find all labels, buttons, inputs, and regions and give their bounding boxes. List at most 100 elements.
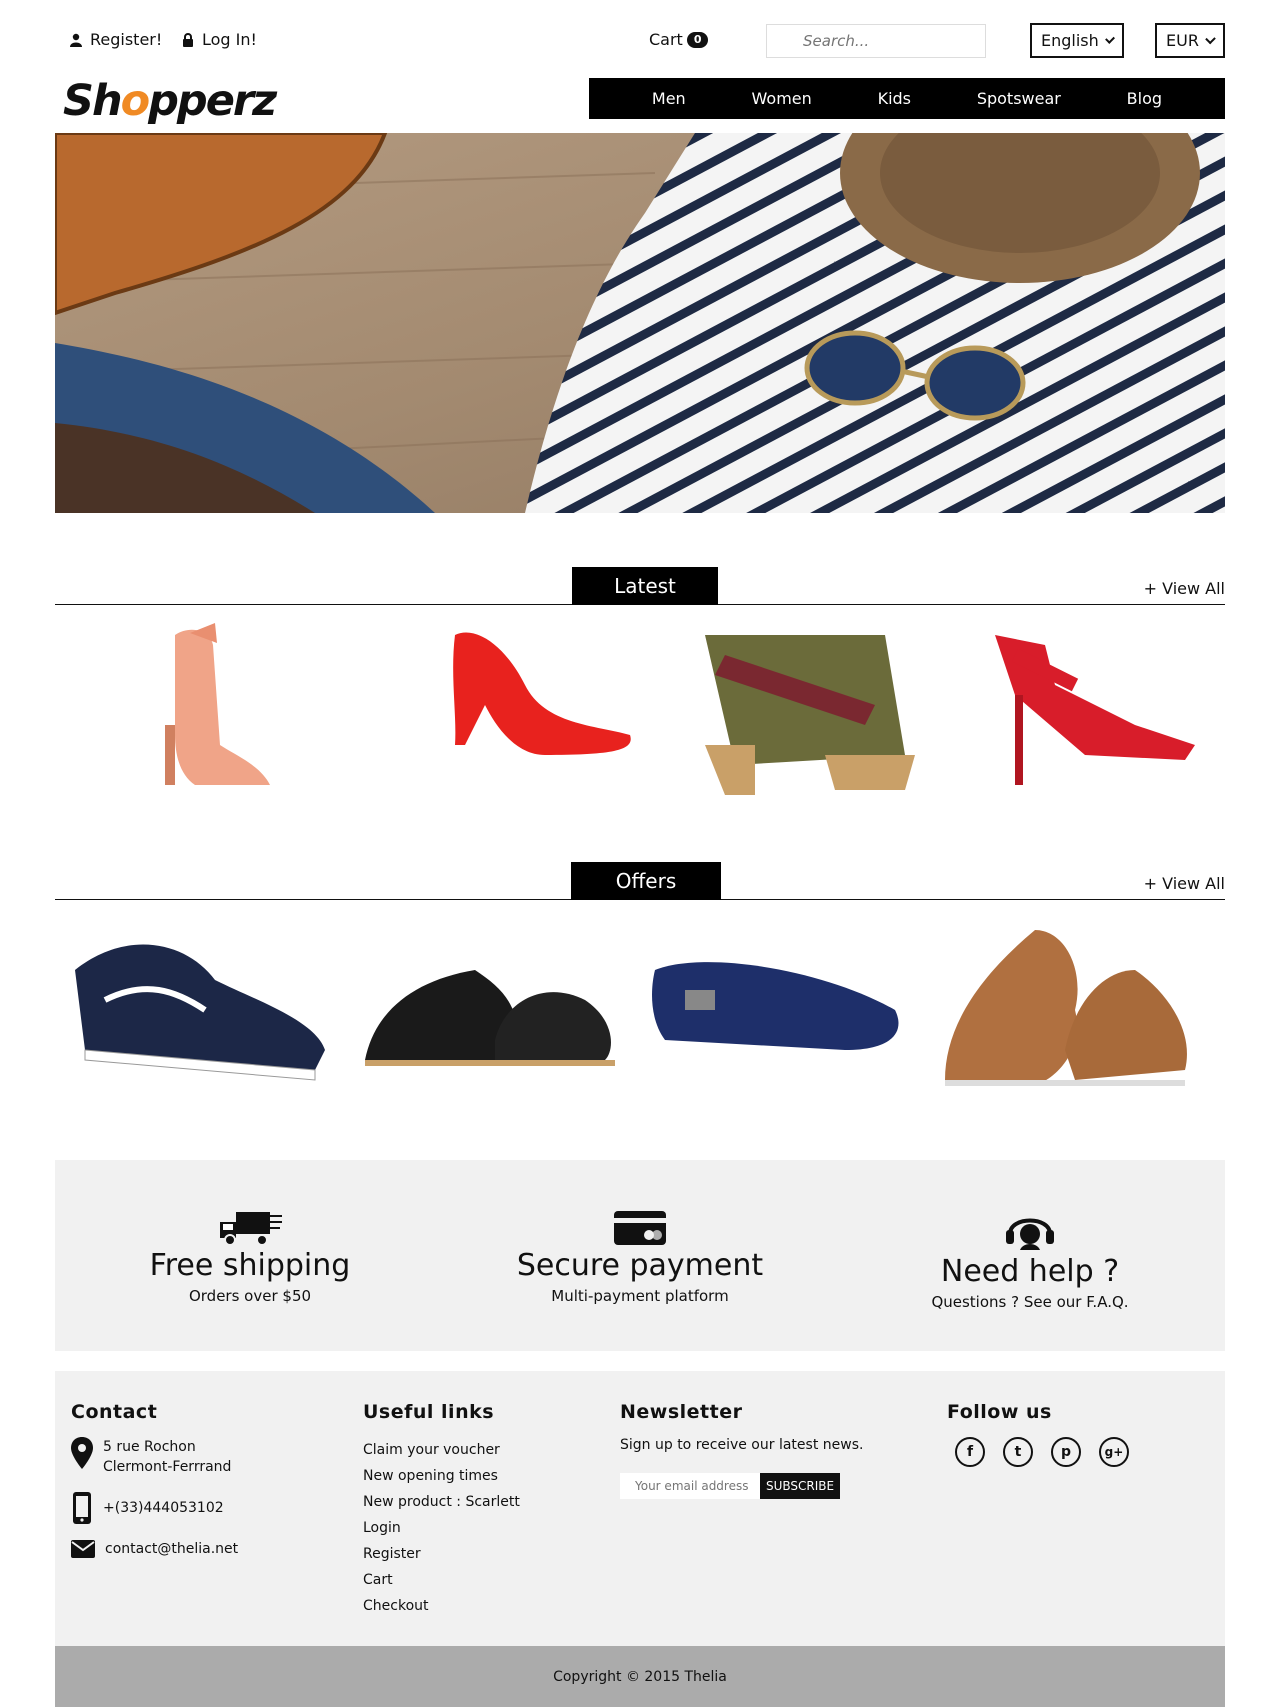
contact-phone: +(33)444053102 [71, 1491, 331, 1525]
footer-newsletter: Newsletter Sign up to receive our latest… [620, 1401, 920, 1499]
phone-number: +(33)444053102 [103, 1500, 224, 1516]
product-image-cork-sandal [705, 635, 915, 795]
product-image-red-strappy-heel [995, 635, 1195, 785]
product-image-navy-loafer [652, 962, 899, 1050]
feature-secure-payment: Secure payment Multi-payment platform [445, 1210, 835, 1305]
nav-item-blog[interactable]: Blog [1127, 89, 1162, 108]
envelope-icon [71, 1540, 95, 1558]
map-pin-icon [71, 1437, 93, 1469]
product-card[interactable] [955, 615, 1215, 815]
phone-icon [73, 1492, 91, 1524]
link-checkout[interactable]: Checkout [363, 1593, 593, 1619]
truck-icon [220, 1212, 282, 1246]
currency-select[interactable]: EUR [1155, 23, 1225, 58]
language-select[interactable]: English [1030, 23, 1124, 58]
address-line2: Clermont-Ferrrand [103, 1459, 232, 1475]
footer-useful-links: Useful links Claim your voucher New open… [363, 1401, 593, 1619]
offers-products [55, 910, 1225, 1110]
headset-icon [1006, 1218, 1054, 1250]
copyright-bar: Copyright © 2015 Thelia [55, 1646, 1225, 1707]
latest-products [55, 615, 1225, 815]
product-image-black-derby [365, 970, 615, 1066]
feature-free-shipping: Free shipping Orders over $50 [55, 1210, 445, 1305]
product-image-red-pump [453, 632, 631, 755]
search-input[interactable] [766, 24, 986, 58]
product-card[interactable] [675, 615, 935, 815]
chevron-down-icon [1104, 33, 1115, 44]
product-image-peach-heel [165, 623, 270, 785]
chevron-down-icon [1205, 33, 1216, 44]
contact-address: 5 rue Rochon Clermont-Ferrrand [71, 1437, 331, 1477]
tumblr-icon[interactable]: t [1003, 1437, 1033, 1467]
subscribe-button[interactable]: SUBSCRIBE [760, 1473, 841, 1499]
product-image-brown-casual [945, 930, 1187, 1086]
register-link[interactable]: Register! [70, 30, 162, 49]
feature-title: Need help ? [940, 1254, 1120, 1289]
social-links: f t p g+ [947, 1437, 1197, 1467]
product-card[interactable] [395, 615, 655, 815]
offers-title: Offers [571, 862, 721, 900]
main-nav: Men Women Kids Spotswear Blog [589, 78, 1225, 119]
link-claim-voucher[interactable]: Claim your voucher [363, 1437, 593, 1463]
links-title: Useful links [363, 1401, 495, 1423]
follow-title: Follow us [947, 1401, 1052, 1423]
copyright-text: Copyright © 2015 Thelia [553, 1668, 727, 1685]
logo-text-accent: o [120, 76, 151, 126]
user-icon [70, 33, 82, 47]
link-new-product[interactable]: New product : Scarlett [363, 1489, 593, 1515]
product-card[interactable] [935, 910, 1195, 1110]
cart-link[interactable]: Cart 0 [649, 30, 709, 49]
product-card[interactable] [65, 910, 325, 1110]
latest-title: Latest [572, 567, 718, 605]
address-line1: 5 rue Rochon [103, 1439, 196, 1455]
feature-title: Secure payment [516, 1248, 764, 1283]
newsletter-form: SUBSCRIBE [620, 1473, 920, 1499]
product-card[interactable] [95, 615, 355, 815]
link-register[interactable]: Register [363, 1541, 593, 1567]
feature-subtitle: Orders over $50 [188, 1287, 312, 1305]
features-panel: Free shipping Orders over $50 Secure pay… [55, 1160, 1225, 1351]
footer-contact: Contact 5 rue Rochon Clermont-Ferrrand +… [71, 1401, 331, 1573]
contact-email: contact@thelia.net [71, 1539, 331, 1559]
cart-count-badge: 0 [686, 31, 709, 48]
feature-title: Free shipping [149, 1248, 351, 1283]
latest-section-header: Latest + View All [55, 567, 1225, 605]
logo[interactable]: Shopperz [63, 76, 277, 126]
footer-follow-us: Follow us f t p g+ [947, 1401, 1197, 1467]
offers-section-header: Offers + View All [55, 862, 1225, 900]
feature-subtitle: Questions ? See our F.A.Q. [931, 1293, 1129, 1311]
nav-item-men[interactable]: Men [652, 89, 686, 108]
newsletter-title: Newsletter [620, 1401, 743, 1423]
newsletter-email-input[interactable] [620, 1473, 760, 1499]
link-opening-times[interactable]: New opening times [363, 1463, 593, 1489]
facebook-icon[interactable]: f [955, 1437, 985, 1467]
login-link[interactable]: Log In! [182, 30, 257, 49]
feature-subtitle: Multi-payment platform [551, 1287, 729, 1305]
product-card[interactable] [355, 910, 615, 1110]
google-plus-icon[interactable]: g+ [1099, 1437, 1129, 1467]
logo-text-start: Sh [63, 76, 123, 126]
product-card[interactable] [645, 910, 905, 1110]
nav-item-spotswear[interactable]: Spotswear [977, 89, 1061, 108]
link-cart[interactable]: Cart [363, 1567, 593, 1593]
hero-banner [55, 133, 1225, 513]
logo-text-end: pperz [148, 76, 277, 126]
language-value: English [1041, 31, 1099, 50]
nav-item-women[interactable]: Women [752, 89, 812, 108]
cart-label: Cart [649, 30, 683, 49]
login-label: Log In! [202, 30, 257, 49]
email-link[interactable]: contact@thelia.net [105, 1539, 238, 1559]
link-login[interactable]: Login [363, 1515, 593, 1541]
hero-image [55, 133, 1225, 513]
credit-card-icon [614, 1211, 666, 1245]
contact-title: Contact [71, 1401, 158, 1423]
footer: Contact 5 rue Rochon Clermont-Ferrrand +… [55, 1371, 1225, 1646]
nav-item-kids[interactable]: Kids [878, 89, 911, 108]
pinterest-icon[interactable]: p [1051, 1437, 1081, 1467]
latest-view-all-link[interactable]: + View All [1144, 579, 1225, 598]
feature-need-help: Need help ? Questions ? See our F.A.Q. [835, 1210, 1225, 1311]
product-image-navy-sneaker [75, 944, 325, 1081]
offers-view-all-link[interactable]: + View All [1144, 874, 1225, 893]
lock-icon [183, 32, 193, 47]
newsletter-text: Sign up to receive our latest news. [620, 1437, 864, 1453]
